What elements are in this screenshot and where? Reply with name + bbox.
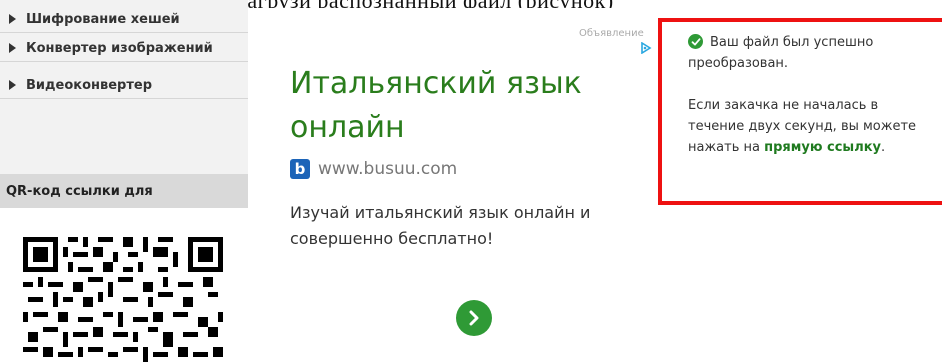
triangle-right-icon [9, 80, 16, 90]
ad-title-link[interactable]: Итальянский язык онлайн [290, 62, 650, 150]
qr-panel [0, 208, 248, 362]
ad-description: Изучай итальянский язык онлайн и соверше… [290, 203, 591, 248]
notice-suffix: . [881, 140, 886, 155]
sidebar-item-label: Конвертер изображений [26, 40, 213, 56]
qr-code-icon [18, 232, 228, 362]
direct-link[interactable]: прямую ссылку [764, 140, 881, 155]
download-notice: Ваш файл был успешно преобразован. Если … [658, 18, 942, 205]
adchoices-icon[interactable] [640, 42, 652, 54]
chevron-right-icon [469, 310, 479, 326]
sidebar: Шифрование хешей Конвертер изображений В… [0, 0, 248, 362]
sidebar-item-video-converter[interactable]: Видеоконвертер [0, 72, 248, 99]
busuu-logo-icon: b [290, 159, 310, 179]
ad-url-row[interactable]: b www.busuu.com [290, 159, 457, 179]
ad-go-button[interactable] [456, 300, 492, 336]
triangle-right-icon [9, 43, 16, 53]
triangle-right-icon [9, 14, 16, 24]
ad-label: Объявление [579, 28, 644, 39]
sidebar-item-image-converter[interactable]: Конвертер изображений [0, 35, 248, 62]
qr-section-header: QR-код ссылки для [0, 174, 248, 208]
ad-url[interactable]: www.busuu.com [318, 159, 457, 179]
sidebar-item-label: Шифрование хешей [26, 11, 180, 27]
success-message: Ваш файл был успешно преобразован. [688, 35, 874, 71]
sidebar-item-hash-encryption[interactable]: Шифрование хешей [0, 6, 248, 33]
sidebar-item-label: Видеоконвертер [26, 77, 153, 93]
